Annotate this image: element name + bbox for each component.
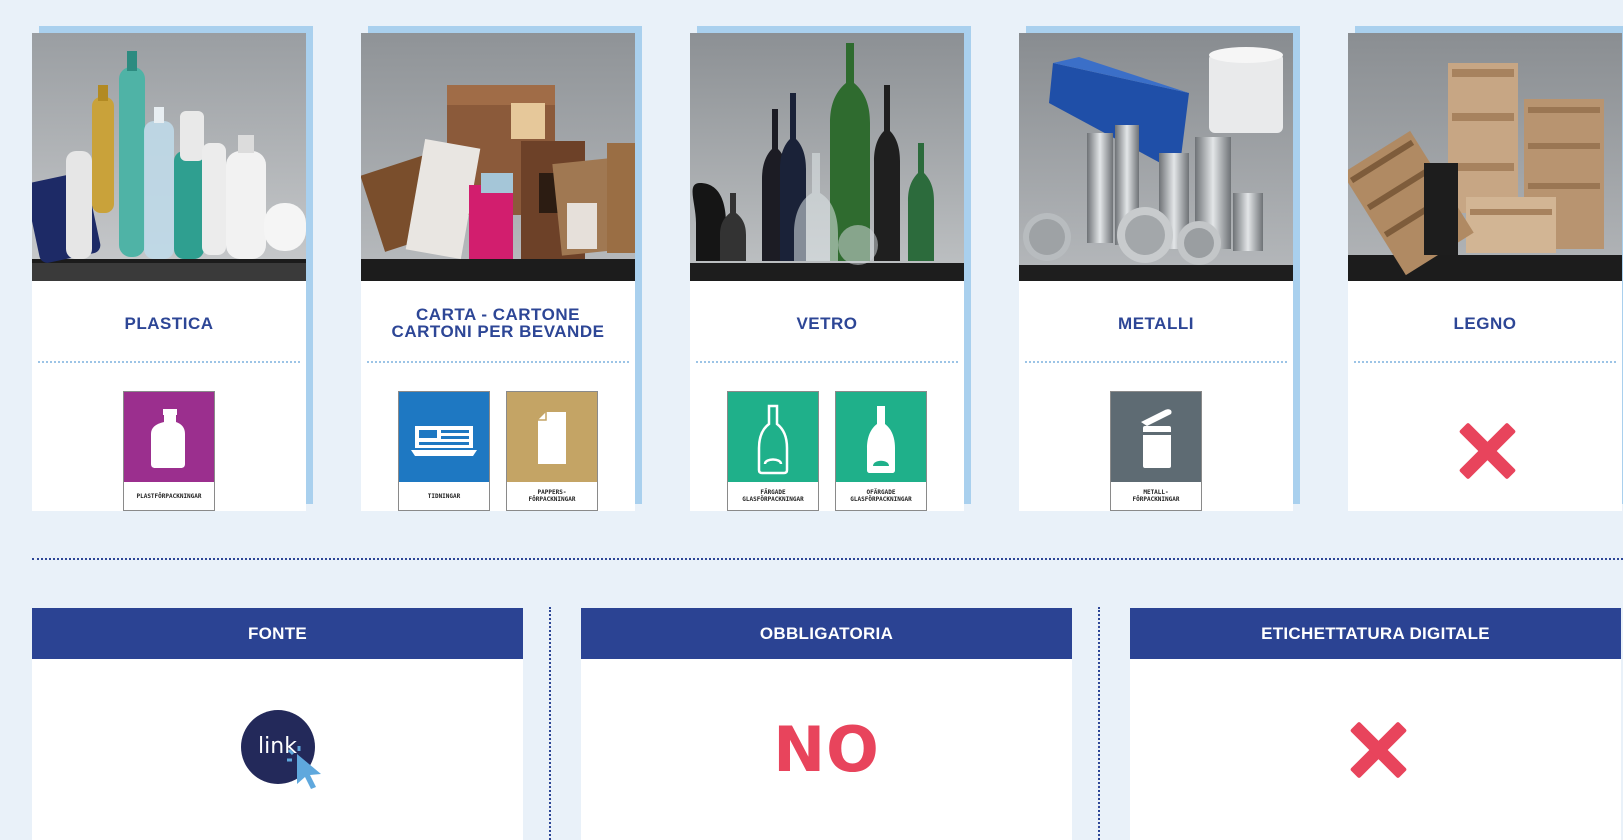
material-title: LEGNO — [1453, 313, 1517, 333]
obbligatoria-header: OBBLIGATORIA — [581, 608, 1072, 659]
bin-label: PLASTFÖRPACKNINGAR — [136, 492, 202, 500]
material-title: PLASTICA — [124, 313, 214, 333]
column-separator — [549, 607, 551, 840]
dotted-separator — [367, 361, 629, 363]
glass-products-photo — [690, 33, 964, 281]
paper-products-photo — [361, 33, 635, 281]
bin-label: TIDNINGAR — [427, 492, 461, 500]
obbligatoria-value: NO — [773, 713, 880, 786]
fonte-header: FONTE — [32, 608, 523, 659]
material-card-legno: LEGNO — [1348, 33, 1622, 511]
dotted-separator — [1354, 361, 1616, 363]
dotted-separator — [38, 361, 300, 363]
colored-glass-bin-icon: FÄRGADE GLASFÖRPACKNINGAR — [727, 391, 819, 511]
newspaper-bin-icon: TIDNINGAR — [398, 391, 490, 511]
wood-products-photo — [1348, 33, 1622, 281]
material-card-plastica: PLASTICA PLASTFÖRPACKNINGAR — [32, 33, 306, 511]
material-card-metalli: METALLI METALL- FÖRPACKNINGAR — [1019, 33, 1293, 511]
material-title: VETRO — [796, 313, 858, 333]
bin-label: PAPPERS- FÖRPACKNINGAR — [528, 489, 576, 503]
plastic-products-photo — [32, 33, 306, 281]
plastic-packaging-bin-icon: PLASTFÖRPACKNINGAR — [123, 391, 215, 511]
section-divider — [32, 558, 1623, 560]
metal-products-photo — [1019, 33, 1293, 281]
bin-label: FÄRGADE GLASFÖRPACKNINGAR — [742, 489, 804, 503]
column-separator — [1098, 607, 1100, 840]
x-icon — [1455, 421, 1515, 481]
cursor-click-icon — [286, 745, 321, 789]
material-card-carta: CARTA - CARTONE CARTONI PER BEVANDE TIDN… — [361, 33, 635, 511]
etichettatura-header: ETICHETTATURA DIGITALE — [1130, 608, 1621, 659]
material-title: CARTA - CARTONE CARTONI PER BEVANDE — [391, 305, 605, 341]
etichettatura-box: ETICHETTATURA DIGITALE — [1130, 608, 1621, 840]
paper-packaging-bin-icon: PAPPERS- FÖRPACKNINGAR — [506, 391, 598, 511]
material-title: METALLI — [1118, 313, 1194, 333]
obbligatoria-box: OBBLIGATORIA NO — [581, 608, 1072, 840]
dotted-separator — [1025, 361, 1287, 363]
bin-label: METALL- FÖRPACKNINGAR — [1132, 489, 1180, 503]
bin-label: OFÄRGADE GLASFÖRPACKNINGAR — [850, 489, 912, 503]
source-link-button[interactable]: link — [240, 709, 321, 789]
clear-glass-bin-icon: OFÄRGADE GLASFÖRPACKNINGAR — [835, 391, 927, 511]
metal-packaging-bin-icon: METALL- FÖRPACKNINGAR — [1110, 391, 1202, 511]
dotted-separator — [696, 361, 958, 363]
x-icon — [1346, 720, 1406, 780]
material-card-vetro: VETRO FÄRGADE GLASFÖRPACKNINGAR OFÄRGADE… — [690, 33, 964, 511]
fonte-box: FONTE link — [32, 608, 523, 840]
